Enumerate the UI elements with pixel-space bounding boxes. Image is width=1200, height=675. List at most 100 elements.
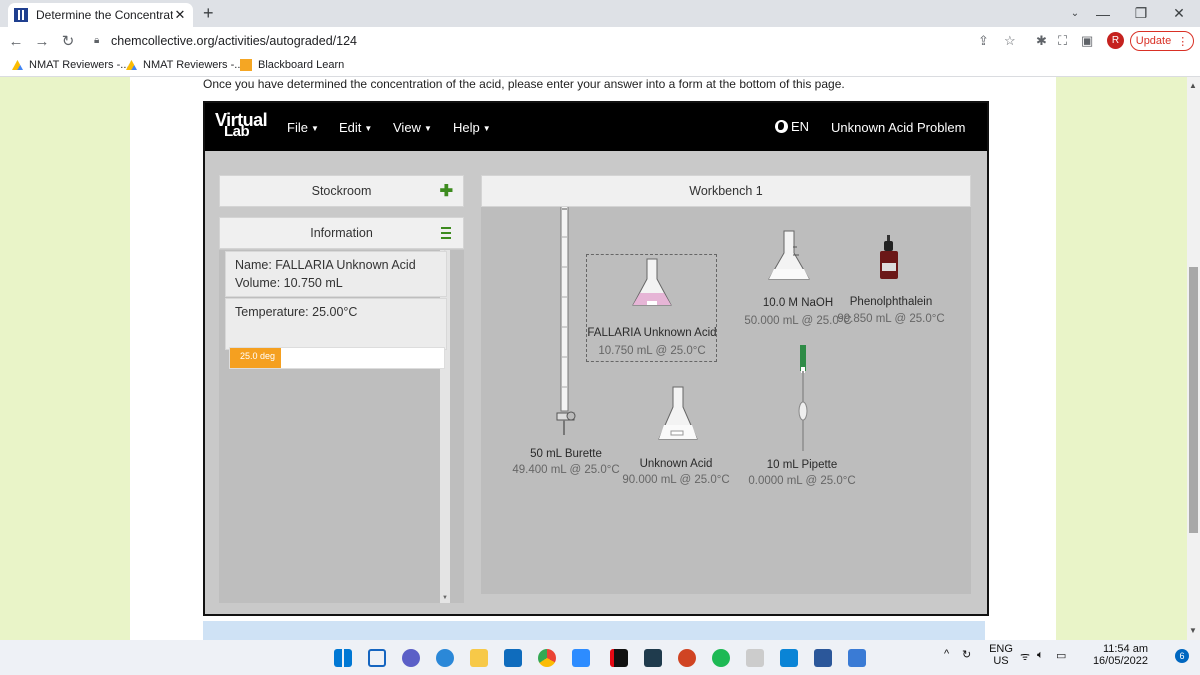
scrollbar-thumb[interactable] — [1189, 267, 1198, 533]
share-icon[interactable]: ⇪ — [978, 33, 989, 49]
info-volume: Volume: 10.750 mL — [235, 276, 343, 290]
google-drive-icon — [126, 60, 137, 70]
workbench-tab[interactable]: Workbench 1 — [481, 175, 971, 207]
menu-label: Help — [453, 120, 480, 135]
bookmark-nmat-1[interactable]: NMAT Reviewers -... — [12, 59, 129, 71]
chrome-icon[interactable] — [538, 649, 556, 667]
caret-down-icon: ▼ — [310, 124, 319, 133]
photos-icon[interactable] — [848, 649, 866, 667]
problem-title: Unknown Acid Problem — [831, 120, 966, 135]
reload-icon[interactable]: ↻ — [58, 31, 78, 51]
browser-tab[interactable]: Determine the Concentration of ✕ — [8, 3, 193, 27]
more-menu-icon: ⋮ — [1177, 35, 1189, 48]
unknown-acid-amount: 90.000 mL @ 25.0°C — [622, 474, 730, 486]
bookmark-nmat-2[interactable]: NMAT Reviewers -... — [126, 59, 243, 71]
tray-expand-icon[interactable]: ^ — [944, 648, 949, 660]
language-indicator[interactable]: ENG US — [986, 643, 1016, 667]
browser-toolbar: ← → ↻ 🔒︎ chemcollective.org/activities/a… — [0, 27, 1200, 55]
naoh-name: 10.0 M NaOH — [762, 297, 834, 309]
volume-icon[interactable]: 🔈︎ — [1037, 649, 1044, 662]
pipette-icon[interactable] — [798, 345, 808, 451]
start-icon[interactable] — [334, 649, 352, 667]
tab-strip: Determine the Concentration of ✕ + ⌄ — ❐… — [0, 0, 1200, 27]
zoom-icon[interactable] — [572, 649, 590, 667]
update-button[interactable]: Update ⋮ — [1130, 31, 1194, 51]
burette-icon[interactable] — [556, 207, 576, 435]
burette-amount: 49.400 mL @ 25.0°C — [512, 464, 620, 476]
new-tab-button[interactable]: + — [203, 3, 214, 24]
restore-icon[interactable]: ❐ — [1122, 0, 1160, 27]
extensions-icon[interactable]: ✱ — [1036, 33, 1047, 49]
instruction-text: Once you have determined the concentrati… — [203, 77, 845, 91]
menu-file[interactable]: File ▼ — [287, 120, 319, 135]
naoh-flask-icon[interactable] — [768, 230, 810, 280]
lang-top: ENG — [989, 643, 1013, 655]
media-player-icon[interactable] — [780, 649, 798, 667]
spotify-icon[interactable] — [712, 649, 730, 667]
pipette-name: 10 mL Pipette — [766, 459, 838, 471]
netflix-icon[interactable] — [610, 649, 628, 667]
tab-title: Determine the Concentration of — [36, 8, 173, 22]
calculator-icon[interactable] — [746, 649, 764, 667]
info-name: Name: FALLARIA Unknown Acid — [235, 258, 416, 272]
phenol-amount: 99.850 mL @ 25.0°C — [837, 313, 945, 325]
menu-view[interactable]: View ▼ — [393, 120, 432, 135]
page-scrollbar[interactable]: ▲ ▼ — [1187, 77, 1200, 640]
pipette-amount: 0.0000 mL @ 25.0°C — [748, 475, 856, 487]
clock[interactable]: 11:54 am 16/05/2022 — [1078, 643, 1148, 667]
tab-close-icon[interactable]: ✕ — [173, 7, 187, 23]
battery-icon[interactable]: ▭ — [1056, 649, 1066, 662]
menu-edit[interactable]: Edit ▼ — [339, 120, 372, 135]
task-view-icon[interactable] — [368, 649, 386, 667]
site-favicon-icon — [14, 8, 28, 22]
profile-avatar[interactable]: R — [1107, 32, 1124, 49]
notification-badge[interactable]: 6 — [1175, 649, 1189, 663]
temperature-slider[interactable]: 25.0 deg — [229, 347, 445, 369]
powerpoint-icon[interactable] — [678, 649, 696, 667]
word-icon[interactable] — [814, 649, 832, 667]
menu-help[interactable]: Help ▼ — [453, 120, 491, 135]
blackboard-icon — [240, 59, 252, 71]
menu-label: View — [393, 120, 421, 135]
bookmark-label: NMAT Reviewers -... — [143, 59, 244, 71]
phenolphthalein-bottle-icon[interactable] — [880, 235, 898, 279]
information-header[interactable]: Information — [219, 217, 464, 249]
wifi-icon[interactable]: ᯤ — [1020, 649, 1030, 664]
file-explorer-icon[interactable] — [470, 649, 488, 667]
virtual-lab-logo: Virtual Lab — [215, 111, 268, 139]
solution-info-card: Name: FALLARIA Unknown Acid Volume: 10.7… — [225, 251, 447, 297]
back-icon[interactable]: ← — [6, 31, 26, 51]
scroll-up-icon[interactable]: ▲ — [1189, 81, 1197, 90]
bookmark-star-icon[interactable]: ☆ — [1004, 33, 1016, 49]
information-label: Information — [310, 226, 373, 240]
google-drive-icon — [12, 60, 23, 70]
chat-icon[interactable] — [402, 649, 420, 667]
update-label: Update — [1135, 35, 1172, 47]
unknown-acid-name: Unknown Acid — [639, 458, 713, 470]
edge-icon[interactable] — [436, 649, 454, 667]
minimize-icon[interactable]: — — [1084, 0, 1122, 27]
mail-icon[interactable] — [504, 649, 522, 667]
sidebar-icon[interactable]: ▣ — [1081, 33, 1093, 49]
page-viewport: Once you have determined the concentrati… — [0, 77, 1187, 640]
caret-down-icon: ▼ — [482, 124, 491, 133]
language-selector[interactable]: EN — [775, 119, 809, 134]
app-icon[interactable] — [644, 649, 662, 667]
bookmark-blackboard[interactable]: Blackboard Learn — [240, 59, 344, 71]
temperature-card: Temperature: 25.00°C — [225, 298, 447, 350]
forward-icon[interactable]: → — [32, 31, 52, 51]
scroll-down-icon[interactable]: ▼ — [1189, 626, 1197, 635]
workbench-label: Workbench 1 — [689, 184, 763, 198]
stockroom-header[interactable]: Stockroom ✚ — [219, 175, 464, 207]
address-bar[interactable]: chemcollective.org/activities/autograded… — [111, 34, 357, 48]
lang-bottom: US — [993, 655, 1009, 667]
close-window-icon[interactable]: ✕ — [1160, 0, 1198, 27]
temperature-fill: 25.0 deg — [230, 348, 282, 368]
menu-label: Edit — [339, 120, 362, 135]
plus-icon[interactable]: ✚ — [440, 181, 453, 201]
sync-icon[interactable]: ↻ — [962, 648, 971, 661]
screenshot-icon[interactable]: ⛶ — [1058, 33, 1067, 49]
list-menu-icon[interactable] — [441, 227, 451, 239]
unknown-acid-flask-icon[interactable] — [658, 386, 698, 440]
language-label: EN — [791, 119, 810, 134]
